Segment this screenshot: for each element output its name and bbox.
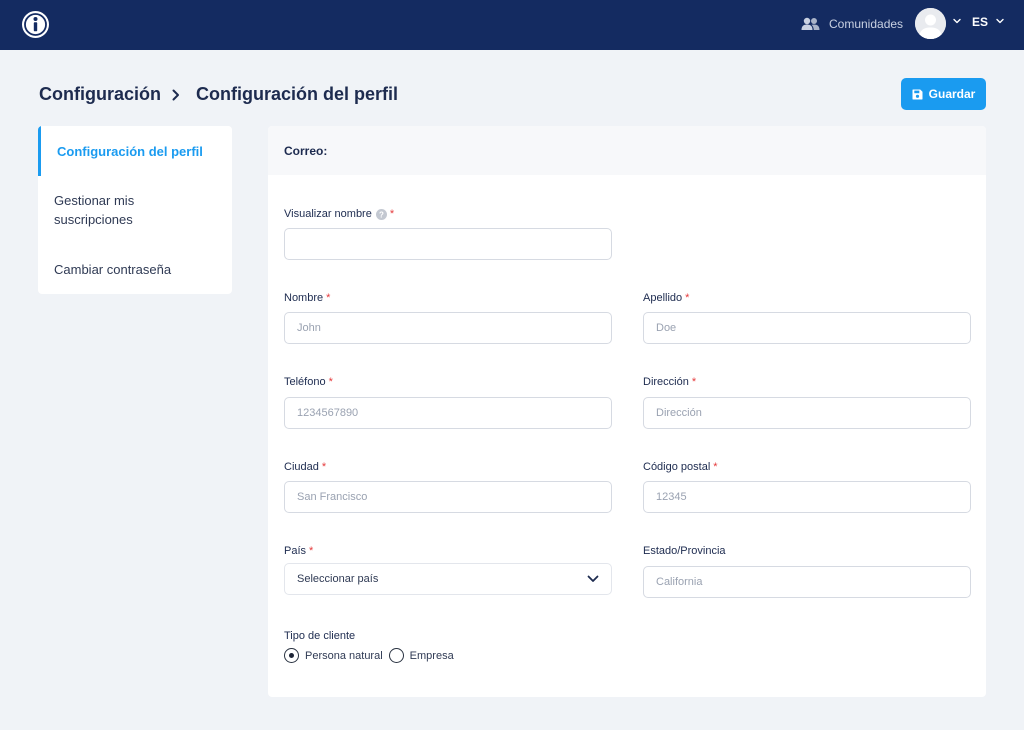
users-icon xyxy=(801,17,820,30)
save-button-label: Guardar xyxy=(928,87,976,101)
first-name-input[interactable] xyxy=(284,312,612,344)
sidebar-item-subscriptions[interactable]: Gestionar mis suscripciones xyxy=(38,191,208,229)
customer-type-radio-group: Persona natural Empresa xyxy=(284,648,460,663)
required-marker: * xyxy=(389,208,395,220)
display-name-label: Visualizar nombre ? * xyxy=(284,208,394,220)
settings-sidebar: Configuración del perfil Gestionar mis s… xyxy=(38,126,232,294)
user-avatar-icon[interactable] xyxy=(915,8,946,39)
customer-type-label: Tipo de cliente xyxy=(284,630,355,642)
breadcrumb: Configuración Configuración del perfil xyxy=(39,84,398,105)
postal-code-label: Código postal * xyxy=(643,461,718,473)
radio-natural-person[interactable]: Persona natural xyxy=(284,648,383,663)
radio-checked-icon[interactable] xyxy=(284,648,299,663)
state-label: Estado/Provincia xyxy=(643,545,726,557)
radio-company[interactable]: Empresa xyxy=(388,648,454,663)
floppy-disk-icon xyxy=(912,89,923,99)
top-navigation-bar: Comunidades ES xyxy=(0,0,1024,50)
display-name-input[interactable] xyxy=(284,228,612,260)
city-label-text: Ciudad xyxy=(284,461,319,473)
postal-code-label-text: Código postal xyxy=(643,461,711,473)
first-name-label-text: Nombre xyxy=(284,292,324,304)
sidebar-item-change-password[interactable]: Cambiar contraseña xyxy=(38,260,232,279)
profile-menu-chevron-down-icon[interactable] xyxy=(953,18,961,24)
required-marker: * xyxy=(326,292,331,304)
phone-input[interactable] xyxy=(284,397,612,429)
required-marker: * xyxy=(328,376,333,388)
required-marker: * xyxy=(321,461,327,473)
last-name-label-text: Apellido xyxy=(643,292,683,304)
sidebar-item-label: Cambiar contraseña xyxy=(54,262,172,277)
sidebar-item-profile-settings[interactable]: Configuración del perfil xyxy=(38,126,232,176)
city-input[interactable] xyxy=(284,481,612,513)
info-circle-icon[interactable] xyxy=(21,10,50,39)
phone-label: Teléfono * xyxy=(284,376,333,388)
postal-code-input[interactable] xyxy=(643,481,971,513)
panel-header: Correo: xyxy=(268,126,986,175)
display-name-label-text: Visualizar nombre xyxy=(284,208,372,220)
section-title: Correo: xyxy=(284,144,328,158)
page-title: Configuración del perfil xyxy=(196,84,399,104)
svg-text:?: ? xyxy=(379,210,384,219)
address-input[interactable] xyxy=(643,397,971,429)
communities-link[interactable]: Comunidades xyxy=(801,14,903,34)
phone-label-text: Teléfono xyxy=(284,376,326,388)
chevron-right-icon xyxy=(172,89,179,100)
radio-label: Persona natural xyxy=(305,649,383,662)
sidebar-item-label: Gestionar mis suscripciones xyxy=(54,193,135,227)
radio-unchecked-icon[interactable] xyxy=(388,648,404,663)
country-select-value: Seleccionar país xyxy=(297,573,379,585)
last-name-label: Apellido * xyxy=(643,292,689,304)
required-marker: * xyxy=(691,376,697,388)
address-label-text: Dirección xyxy=(643,376,689,388)
required-marker: * xyxy=(685,292,690,304)
required-marker: * xyxy=(713,461,718,473)
city-label: Ciudad * xyxy=(284,461,326,473)
country-label: País * xyxy=(284,545,313,557)
country-label-text: País xyxy=(284,545,307,557)
state-input[interactable] xyxy=(643,566,971,598)
customer-type-label-text: Tipo de cliente xyxy=(284,630,356,642)
language-selector[interactable]: ES xyxy=(972,15,988,29)
chevron-down-icon xyxy=(587,575,599,582)
communities-label: Comunidades xyxy=(829,17,904,31)
sidebar-item-label: Configuración del perfil xyxy=(57,144,203,159)
address-label: Dirección * xyxy=(643,376,696,388)
country-select[interactable]: Seleccionar país xyxy=(284,563,612,595)
profile-form-panel: Correo: Visualizar nombre ? * Nombre* Ap… xyxy=(268,126,986,697)
first-name-label: Nombre * xyxy=(284,292,330,304)
language-chevron-down-icon[interactable] xyxy=(996,18,1004,24)
save-button[interactable]: Guardar xyxy=(901,78,986,110)
last-name-input[interactable] xyxy=(643,312,971,344)
radio-label: Empresa xyxy=(409,649,454,662)
breadcrumb-parent[interactable]: Configuración xyxy=(39,84,161,105)
required-marker: * xyxy=(309,545,314,557)
state-label-text: Estado/Provincia xyxy=(643,545,726,557)
help-icon[interactable]: ? xyxy=(375,208,387,220)
